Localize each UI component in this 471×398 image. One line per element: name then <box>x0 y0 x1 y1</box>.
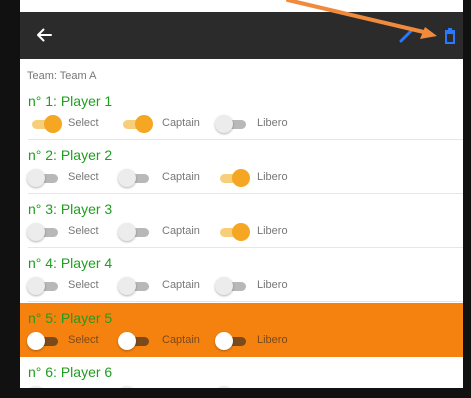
app-bar <box>20 12 463 59</box>
libero-label: Libero <box>257 388 288 398</box>
player-row[interactable]: n° 1: Player 1 Select Captain Libero <box>20 86 463 140</box>
select-label: Select <box>68 117 99 129</box>
select-label: Select <box>68 279 99 291</box>
captain-label: Captain <box>162 388 200 398</box>
player-name: n° 5: Player 5 <box>28 310 113 326</box>
delete-button[interactable] <box>438 23 462 47</box>
player-row[interactable]: n° 2: Player 2 Select Captain Libero <box>20 140 463 194</box>
libero-label: Libero <box>257 279 288 291</box>
toggle-thumb <box>118 277 136 295</box>
toggle-thumb <box>27 169 45 187</box>
toggle-thumb <box>215 386 233 398</box>
select-label: Select <box>68 334 99 346</box>
toggle-thumb <box>232 223 250 241</box>
toggle-thumb <box>27 277 45 295</box>
toggle-thumb <box>135 115 153 133</box>
player-row[interactable]: n° 4: Player 4 Select Captain Libero <box>20 248 463 302</box>
libero-toggle[interactable] <box>215 223 251 241</box>
select-toggle[interactable] <box>27 332 63 350</box>
toggle-thumb <box>27 223 45 241</box>
select-toggle[interactable] <box>27 386 63 398</box>
toggle-thumb <box>215 115 233 133</box>
captain-label: Captain <box>162 279 200 291</box>
toggle-thumb <box>27 386 45 398</box>
libero-toggle[interactable] <box>215 386 251 398</box>
select-label: Select <box>68 225 99 237</box>
select-toggle[interactable] <box>27 169 63 187</box>
player-toggles: Select Captain Libero <box>20 384 463 398</box>
captain-toggle[interactable] <box>118 169 154 187</box>
captain-label: Captain <box>162 117 200 129</box>
top-strip <box>0 0 471 12</box>
select-toggle[interactable] <box>27 223 63 241</box>
row-divider <box>28 301 463 302</box>
libero-toggle[interactable] <box>215 169 251 187</box>
select-toggle[interactable] <box>27 115 63 133</box>
libero-label: Libero <box>257 225 288 237</box>
captain-toggle[interactable] <box>118 223 154 241</box>
player-toggles: Select Captain Libero <box>20 221 463 243</box>
captain-toggle[interactable] <box>118 115 154 133</box>
player-toggles: Select Captain Libero <box>20 275 463 297</box>
toggle-thumb <box>215 277 233 295</box>
select-toggle[interactable] <box>27 277 63 295</box>
captain-label: Captain <box>162 225 200 237</box>
libero-toggle[interactable] <box>215 277 251 295</box>
player-name: n° 3: Player 3 <box>28 201 113 217</box>
back-button[interactable] <box>30 21 58 49</box>
toggle-thumb <box>44 115 62 133</box>
trash-icon <box>445 28 455 44</box>
captain-label: Captain <box>162 171 200 183</box>
team-label: Team: Team A <box>27 70 97 82</box>
toggle-thumb <box>215 332 233 350</box>
toggle-thumb <box>232 169 250 187</box>
captain-toggle[interactable] <box>118 332 154 350</box>
toggle-thumb <box>118 386 136 398</box>
player-name: n° 1: Player 1 <box>28 93 113 109</box>
player-row[interactable]: n° 3: Player 3 Select Captain Libero <box>20 194 463 248</box>
toggle-thumb <box>118 223 136 241</box>
toggle-thumb <box>118 332 136 350</box>
libero-toggle[interactable] <box>215 115 251 133</box>
player-name: n° 4: Player 4 <box>28 255 113 271</box>
screen: Team: Team A n° 1: Player 1 Select Captain… <box>0 0 471 398</box>
libero-label: Libero <box>257 171 288 183</box>
player-list: Team: Team A n° 1: Player 1 Select Captain… <box>20 59 463 398</box>
player-toggles: Select Captain Libero <box>20 330 463 352</box>
player-toggles: Select Captain Libero <box>20 113 463 135</box>
pencil-icon <box>399 29 413 43</box>
select-label: Select <box>68 171 99 183</box>
player-name: n° 6: Player 6 <box>28 364 113 380</box>
libero-toggle[interactable] <box>215 332 251 350</box>
select-label: Select <box>68 388 99 398</box>
libero-label: Libero <box>257 117 288 129</box>
player-name: n° 2: Player 2 <box>28 147 113 163</box>
captain-toggle[interactable] <box>118 277 154 295</box>
player-toggles: Select Captain Libero <box>20 167 463 189</box>
toggle-thumb <box>118 169 136 187</box>
edit-button[interactable] <box>395 23 419 47</box>
captain-toggle[interactable] <box>118 386 154 398</box>
arrow-left-icon <box>37 28 52 42</box>
player-row[interactable]: n° 5: Player 5 Select Captain Libero <box>20 303 463 357</box>
player-row[interactable]: n° 6: Player 6 Select Captain Libero <box>20 357 463 398</box>
libero-label: Libero <box>257 334 288 346</box>
toggle-thumb <box>27 332 45 350</box>
captain-label: Captain <box>162 334 200 346</box>
